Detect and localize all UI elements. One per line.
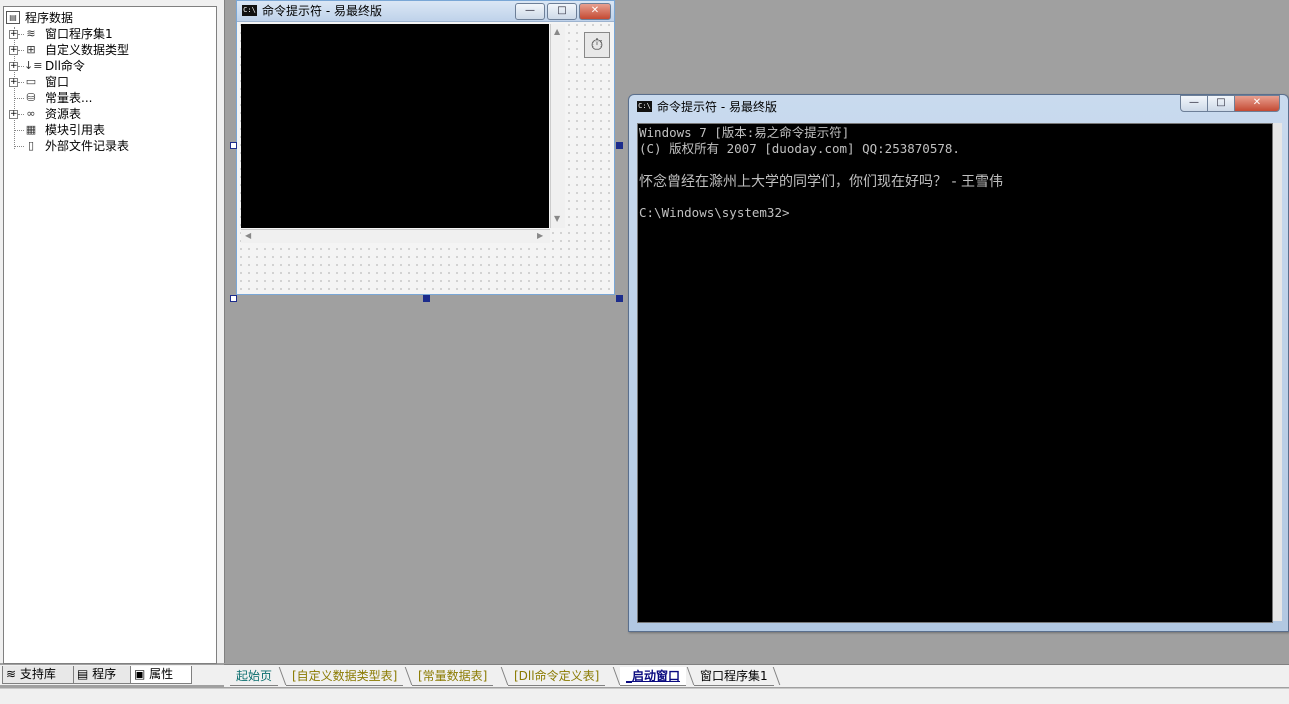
database-icon: ⛁	[26, 91, 36, 104]
program-data-icon: ▤	[6, 11, 20, 24]
tree-item-label: Dll命令	[45, 59, 85, 73]
scroll-left-icon[interactable]: ◀	[245, 231, 251, 241]
console-scrollbar[interactable]	[1273, 123, 1282, 621]
design-form-titlebar[interactable]: C:\ 命令提示符 - 易最终版 — □ ✕	[237, 1, 614, 22]
tree-root-label: 程序数据	[25, 11, 74, 25]
tree-connector	[14, 130, 24, 131]
tree-item-label: 资源表	[45, 107, 82, 121]
console-line: Windows 7 [版本:易之命令提示符]	[639, 125, 850, 140]
tab-label: 属性	[149, 667, 174, 681]
minimize-button[interactable]: —	[515, 3, 545, 20]
vertical-scrollbar[interactable]: ▲ ▼	[550, 24, 565, 228]
project-tree[interactable]: ▤ 程序数据 + ≋ 窗口程序集1 + ⊞ 自定义数据类型 + ↓≡ Dll命令…	[3, 6, 217, 664]
tab-window-assembly[interactable]: 窗口程序集1	[694, 667, 774, 686]
project-panel: ▤ 程序数据 + ≋ 窗口程序集1 + ⊞ 自定义数据类型 + ↓≡ Dll命令…	[0, 0, 225, 685]
console-icon: C:\	[242, 5, 257, 16]
bottom-toolbar	[0, 688, 1289, 704]
tab-custom-datatypes[interactable]: [自定义数据类型表]	[286, 667, 404, 686]
tree-item-label: 外部文件记录表	[45, 139, 130, 153]
scroll-up-icon[interactable]: ▲	[554, 27, 560, 37]
tab-properties[interactable]: ▣ 属性	[130, 666, 192, 684]
console-window-title: 命令提示符 - 易最终版	[657, 100, 777, 114]
scroll-right-icon[interactable]: ▶	[537, 231, 543, 241]
tab-startup-window[interactable]: _启动窗口	[620, 667, 687, 686]
close-button[interactable]: ✕	[1234, 95, 1280, 112]
stack-icon: ≋	[26, 27, 36, 40]
resize-handle[interactable]	[616, 142, 623, 149]
design-form-window[interactable]: C:\ 命令提示符 - 易最终版 — □ ✕ ▲ ▼ ◀ ▶ ⏱	[236, 0, 615, 295]
document-tabs: 起始页 [自定义数据类型表] [常量数据表] [Dll命令定义表] _启动窗口 …	[224, 664, 1289, 687]
expand-icon[interactable]: +	[9, 30, 18, 39]
resize-handle[interactable]	[230, 295, 237, 302]
file-icon: ▯	[27, 139, 35, 152]
tab-dll-commands[interactable]: [Dll命令定义表]	[508, 667, 606, 686]
datatype-icon: ⊞	[26, 43, 36, 56]
expand-icon[interactable]: +	[9, 62, 18, 71]
scroll-down-icon[interactable]: ▼	[554, 214, 560, 224]
properties-icon: ▣	[134, 667, 146, 681]
close-button[interactable]: ✕	[579, 3, 611, 20]
tree-item-label: 自定义数据类型	[45, 43, 130, 57]
library-icon: ≋	[6, 667, 17, 681]
console-window-titlebar[interactable]: C:\ 命令提示符 - 易最终版 — □ ✕	[629, 95, 1288, 117]
module-icon: ▦	[25, 123, 37, 136]
tree-item-label: 模块引用表	[45, 123, 106, 137]
minimize-button[interactable]: —	[1180, 95, 1208, 112]
tab-separator	[772, 667, 781, 685]
dll-icon: ↓≡	[24, 59, 43, 72]
tab-label: 支持库	[19, 667, 56, 681]
console-line: (C) 版权所有 2007 [duoday.com] QQ:253870578.	[639, 141, 960, 156]
console-prompt: C:\Windows\system32>	[639, 205, 790, 220]
tree-item-label: 窗口程序集1	[45, 27, 113, 41]
resize-handle[interactable]	[616, 295, 623, 302]
window-icon: ▭	[25, 75, 37, 88]
expand-icon[interactable]: +	[9, 46, 18, 55]
tab-constants[interactable]: [常量数据表]	[412, 667, 494, 686]
tree-connector	[14, 98, 24, 99]
expand-icon[interactable]: +	[9, 110, 18, 119]
console-control-preview[interactable]	[241, 24, 549, 228]
tree-item-label: 窗口	[45, 75, 70, 89]
running-console-window[interactable]: C:\ 命令提示符 - 易最终版 — □ ✕ Windows 7 [版本:易之命…	[628, 94, 1289, 632]
horizontal-scrollbar[interactable]: ◀ ▶	[241, 229, 550, 243]
console-line: 怀念曾经在滁州上大学的同学们，你们现在好吗？ - 王雪伟	[639, 174, 1003, 190]
resource-icon: ∞	[26, 107, 36, 120]
tab-program[interactable]: ▤ 程序	[73, 666, 133, 684]
timer-icon[interactable]: ⏱	[584, 32, 610, 58]
tree-connector	[14, 146, 24, 147]
tab-start-page[interactable]: 起始页	[230, 667, 279, 686]
design-form-title: 命令提示符 - 易最终版	[262, 4, 382, 18]
tab-label: 程序	[92, 667, 117, 681]
resize-handle[interactable]	[423, 295, 430, 302]
tab-support-library[interactable]: ≋ 支持库	[2, 666, 76, 684]
maximize-button[interactable]: □	[547, 3, 577, 20]
tree-item-label: 常量表...	[45, 91, 93, 105]
program-icon: ▤	[77, 667, 89, 681]
resize-handle[interactable]	[230, 142, 237, 149]
left-panel-tabs: ≋ 支持库 ▤ 程序 ▣ 属性	[0, 665, 224, 685]
console-icon: C:\	[637, 101, 652, 112]
expand-icon[interactable]: +	[9, 78, 18, 87]
console-output[interactable]: Windows 7 [版本:易之命令提示符] (C) 版权所有 2007 [du…	[637, 123, 1273, 623]
maximize-button[interactable]: □	[1207, 95, 1235, 112]
